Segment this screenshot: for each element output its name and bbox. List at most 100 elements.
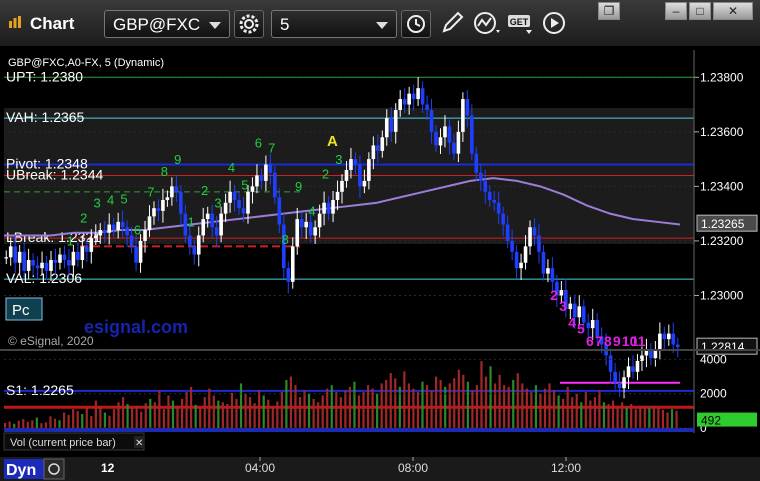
candle-body (626, 366, 631, 378)
candle-body (622, 377, 626, 389)
restore-button[interactable]: ❐ (598, 2, 620, 20)
volume-bar (548, 383, 551, 428)
volume-bar (212, 395, 215, 428)
candle-body (241, 208, 246, 214)
candle-body (35, 265, 40, 269)
maximize-button[interactable]: □ (689, 2, 711, 20)
minimize-button[interactable]: – (665, 2, 687, 20)
candle-body (313, 227, 317, 236)
level-label: S1: 1.2265 (6, 382, 74, 398)
gear-icon (239, 14, 259, 34)
volume-bar (457, 369, 460, 428)
volume-bar (466, 381, 469, 428)
volume-bar (112, 409, 116, 428)
candle-body (452, 142, 456, 154)
volume-bar (99, 405, 102, 428)
volume-bar (339, 397, 342, 428)
volume-bar (507, 386, 510, 428)
fib-label-magenta: 7 (595, 333, 603, 349)
volume-bar (584, 392, 587, 428)
volume-bar (208, 388, 211, 428)
time-button[interactable] (401, 10, 431, 38)
fib-label-green: 3 (214, 195, 221, 210)
volume-bar (353, 381, 356, 428)
interval-combo[interactable]: 5 (271, 10, 397, 38)
fib-label-green: 5 (120, 191, 127, 206)
candle-body (223, 202, 228, 214)
candle-body (71, 251, 76, 266)
volume-bar (158, 390, 161, 428)
volume-bar (648, 408, 651, 428)
price-box-label: 1.23265 (701, 217, 745, 231)
volume-bar (475, 385, 479, 428)
volume-bar (31, 420, 34, 428)
price-axis-panel (694, 50, 760, 350)
volume-bar (412, 388, 415, 428)
candle-body (268, 164, 273, 173)
candle-body (58, 254, 62, 263)
candle-body (120, 221, 125, 228)
draw-button[interactable] (438, 10, 468, 38)
restore-icon: ❐ (603, 4, 615, 18)
volume-bar (176, 405, 179, 428)
play-button[interactable] (540, 10, 570, 38)
volume-bar (557, 395, 560, 428)
volume-bar (199, 408, 202, 428)
settings-button[interactable] (234, 10, 264, 38)
fib-label-green: 3 (94, 195, 101, 210)
volume-bar (407, 383, 410, 428)
candle-body (667, 333, 671, 340)
candle-body (577, 306, 582, 318)
candle-body (196, 235, 201, 255)
volume-bar (607, 404, 610, 428)
fib-label-green: 8 (161, 164, 168, 179)
volume-bar (562, 398, 565, 428)
candle-body (67, 260, 71, 266)
candle-body (246, 191, 250, 214)
candle-body (111, 224, 116, 230)
volume-bar (498, 374, 501, 428)
pane-divider[interactable] (0, 349, 760, 351)
volume-bar (167, 395, 170, 428)
close-button[interactable]: ✕ (713, 2, 753, 20)
volume-bar (194, 404, 197, 428)
symbol-combo[interactable]: GBP@FXC (104, 10, 230, 38)
volume-box-label: 492 (701, 414, 721, 428)
get-button[interactable]: GET (506, 10, 536, 38)
fib-label-green: 4 (308, 203, 315, 218)
volume-bar (162, 409, 165, 428)
candle-body (456, 131, 461, 154)
indicator-button[interactable] (472, 10, 502, 38)
volume-bar (94, 400, 97, 428)
expand-volume-button[interactable]: ✕ (134, 436, 144, 449)
candle-body (335, 191, 340, 200)
candle-body (465, 99, 470, 116)
volume-bar (298, 397, 302, 428)
volume-bar (258, 390, 261, 428)
volume-bar (376, 393, 379, 428)
volume-bar (439, 380, 442, 428)
volume-bar (307, 393, 311, 428)
candle-body (662, 333, 667, 340)
candle-body (210, 213, 214, 228)
candle-body (308, 221, 313, 236)
candle-body (62, 254, 67, 260)
volume-bar (489, 366, 492, 428)
price-axis[interactable]: 1.23000 1.23200 1.23400 1.23600 1.23800 1.232… (693, 50, 760, 355)
minimize-icon: – (672, 4, 680, 18)
candle-body (165, 197, 170, 200)
candle-body (26, 260, 31, 271)
price-chart[interactable]: UPT: 1.2380VAH: 1.2365Pivot: 1.2348UBrea… (0, 46, 760, 481)
volume-bar (280, 392, 283, 428)
title-bar: Chart GBP@FXC 5 GET ❐ – □ ✕ (0, 0, 760, 47)
volume-bar (389, 373, 392, 428)
fib-label-green: 9 (174, 152, 181, 167)
volume-bar (121, 397, 125, 428)
candle-body (8, 246, 13, 258)
candle-body (44, 262, 49, 271)
lock-button[interactable] (43, 458, 65, 480)
volume-bar (276, 401, 279, 428)
volume-bar (235, 398, 238, 428)
volume-bar (72, 409, 75, 428)
volume-bar (217, 400, 220, 428)
